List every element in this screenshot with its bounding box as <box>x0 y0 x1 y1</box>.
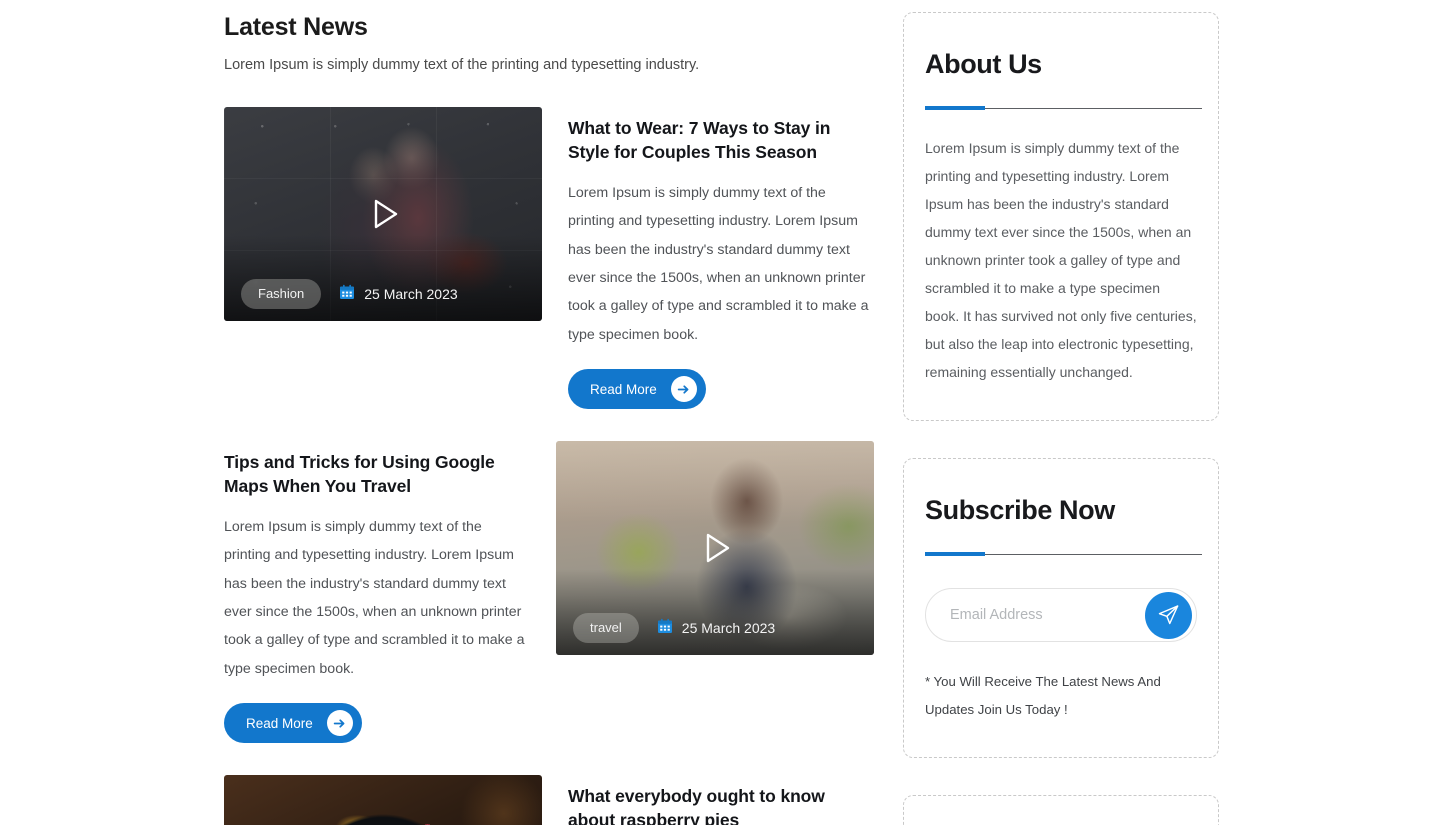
news-post: Recipes <box>224 775 874 825</box>
read-more-button[interactable]: Read More <box>224 703 362 744</box>
arrow-right-icon <box>670 376 697 403</box>
media-meta: travel 25 March 2023 <box>573 613 860 644</box>
subscribe-card: Subscribe Now * You Will Receive The Lat… <box>903 458 1219 759</box>
page-subtitle: Lorem Ipsum is simply dummy text of the … <box>224 57 700 73</box>
about-us-card: About Us Lorem Ipsum is simply dummy tex… <box>903 12 1219 421</box>
post-body: What to Wear: 7 Ways to Stay in Style fo… <box>568 107 874 410</box>
post-title[interactable]: What to Wear: 7 Ways to Stay in Style fo… <box>568 117 874 164</box>
post-date-label: 25 March 2023 <box>364 286 458 303</box>
category-tag[interactable]: Fashion <box>241 279 322 310</box>
read-more-button[interactable]: Read More <box>568 369 706 410</box>
arrow-right-icon <box>326 710 353 737</box>
post-excerpt: Lorem Ipsum is simply dummy text of the … <box>224 518 525 677</box>
divider-accent <box>925 552 985 556</box>
calendar-icon <box>339 284 355 305</box>
section-divider <box>925 552 1202 556</box>
paper-plane-icon <box>1157 603 1180 629</box>
post-body: Tips and Tricks for Using Google Maps Wh… <box>224 441 530 744</box>
post-date: 25 March 2023 <box>339 284 458 305</box>
post-date: 25 March 2023 <box>657 618 775 639</box>
post-media[interactable]: Recipes <box>224 775 542 825</box>
news-post: travel 25 March 2023 Tips and Tricks for… <box>224 441 874 744</box>
category-tag[interactable]: travel <box>573 613 639 644</box>
news-page: Latest News Lorem Ipsum is simply dummy … <box>0 0 1445 825</box>
news-post: Fashion 25 March 2023 What to Wear: 7 Wa… <box>224 107 874 410</box>
about-us-body: Lorem Ipsum is simply dummy text of the … <box>925 140 1197 380</box>
subscribe-note: * You Will Receive The Latest News And U… <box>925 674 1161 717</box>
post-media[interactable]: Fashion 25 March 2023 <box>224 107 542 322</box>
subscribe-form <box>925 588 1197 642</box>
follow-us-card: Follow Us <box>903 795 1219 825</box>
play-triangle-icon[interactable] <box>361 192 405 236</box>
read-more-label: Read More <box>246 715 313 731</box>
subscribe-title: Subscribe Now <box>925 495 1115 525</box>
section-divider <box>925 106 1202 110</box>
page-title: Latest News <box>224 13 368 41</box>
post-title[interactable]: What everybody ought to know about raspb… <box>568 785 874 825</box>
calendar-icon <box>657 618 673 639</box>
post-media[interactable]: travel 25 March 2023 <box>556 441 874 656</box>
play-triangle-icon[interactable] <box>693 526 737 570</box>
post-title[interactable]: Tips and Tricks for Using Google Maps Wh… <box>224 451 530 498</box>
post-body: What everybody ought to know about raspb… <box>568 775 874 825</box>
post-excerpt: Lorem Ipsum is simply dummy text of the … <box>568 184 869 343</box>
post-date-label: 25 March 2023 <box>681 620 776 637</box>
post-image-recipes <box>224 775 542 825</box>
subscribe-send-button[interactable] <box>1145 592 1192 639</box>
about-us-title: About Us <box>925 49 1042 79</box>
divider-accent <box>925 106 985 110</box>
media-meta: Fashion 25 March 2023 <box>241 279 528 310</box>
read-more-label: Read More <box>590 381 657 397</box>
latest-news-section: Latest News Lorem Ipsum is simply dummy … <box>224 12 874 825</box>
sidebar: About Us Lorem Ipsum is simply dummy tex… <box>903 12 1219 825</box>
